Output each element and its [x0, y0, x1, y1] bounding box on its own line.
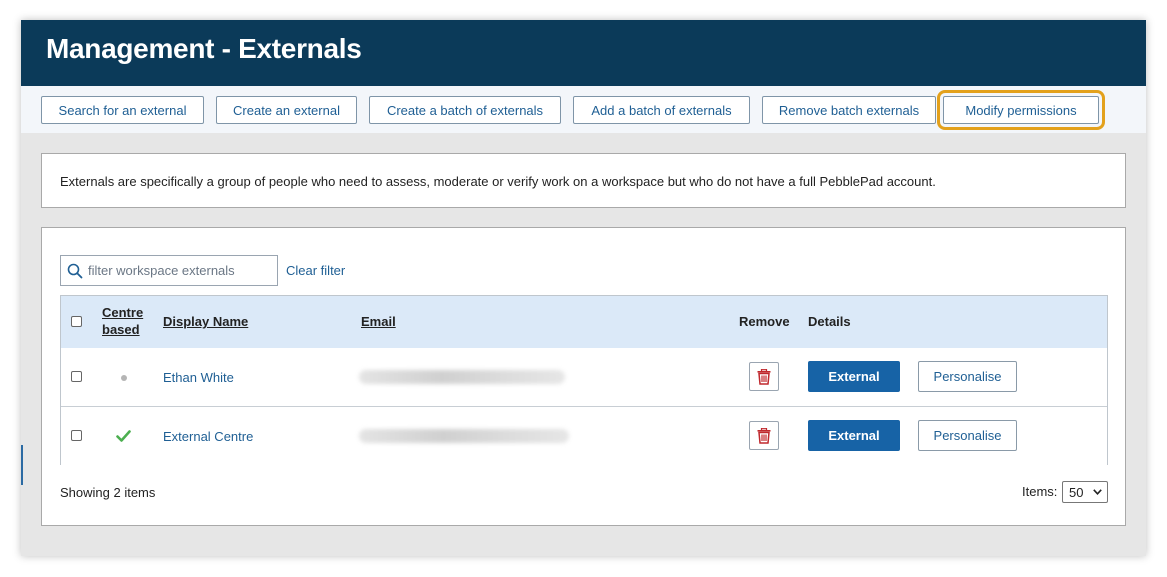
showing-count: Showing 2 items [60, 485, 156, 500]
clear-filter-link[interactable]: Clear filter [286, 263, 345, 278]
externals-table: Centre based Display Name Email Remove D… [60, 295, 1108, 465]
display-name-link[interactable]: External Centre [163, 429, 253, 444]
external-button[interactable]: External [808, 361, 900, 392]
search-icon [67, 263, 83, 279]
items-per-page-value: 50 [1069, 485, 1084, 500]
row-checkbox[interactable] [71, 371, 82, 382]
chevron-down-icon [1093, 489, 1102, 495]
column-email[interactable]: Email [361, 314, 396, 329]
trash-icon [757, 369, 771, 385]
table-row: Ethan White External Personalise [61, 348, 1107, 407]
table-row: External Centre External Personalise [61, 407, 1107, 465]
row-checkbox[interactable] [71, 430, 82, 441]
externals-panel: Clear filter Centre based Display Name E… [41, 227, 1126, 526]
remove-button[interactable] [749, 421, 779, 450]
create-batch-externals-button[interactable]: Create a batch of externals [369, 96, 561, 124]
external-button[interactable]: External [808, 420, 900, 451]
personalise-button[interactable]: Personalise [918, 420, 1017, 451]
items-per-page-label: Items: [1022, 484, 1058, 499]
modify-permissions-button[interactable]: Modify permissions [937, 90, 1105, 130]
remove-batch-externals-button[interactable]: Remove batch externals [762, 96, 936, 124]
search-external-button[interactable]: Search for an external [41, 96, 204, 124]
create-external-button[interactable]: Create an external [216, 96, 357, 124]
page-header: Management - Externals [21, 20, 1146, 86]
add-batch-externals-button[interactable]: Add a batch of externals [573, 96, 750, 124]
display-name-link[interactable]: Ethan White [163, 370, 234, 385]
email-redacted [359, 429, 569, 443]
select-all-checkbox[interactable] [71, 316, 82, 327]
checkmark-icon [116, 430, 131, 442]
table-header: Centre based Display Name Email Remove D… [61, 296, 1107, 349]
column-centre-based[interactable]: Centre based [102, 304, 143, 338]
not-centre-based-dot-icon [121, 375, 127, 381]
personalise-button[interactable]: Personalise [918, 361, 1017, 392]
column-details: Details [808, 314, 851, 329]
remove-button[interactable] [749, 362, 779, 391]
email-redacted [359, 370, 565, 384]
column-centre-based-line1: Centre [102, 305, 144, 320]
info-box: Externals are specifically a group of pe… [41, 153, 1126, 208]
filter-search-box[interactable] [60, 255, 278, 286]
page-title: Management - Externals [46, 33, 362, 64]
column-centre-based-line2: based [102, 322, 140, 337]
trash-icon [757, 428, 771, 444]
app-window: Management - Externals Search for an ext… [21, 20, 1146, 556]
filter-input[interactable] [88, 261, 273, 280]
toolbar: Search for an external Create an externa… [21, 86, 1146, 133]
column-remove: Remove [739, 314, 790, 329]
items-per-page-select[interactable]: 50 [1062, 481, 1108, 503]
side-edge-indicator [21, 445, 23, 485]
info-text: Externals are specifically a group of pe… [60, 174, 936, 189]
column-display-name[interactable]: Display Name [163, 314, 248, 329]
